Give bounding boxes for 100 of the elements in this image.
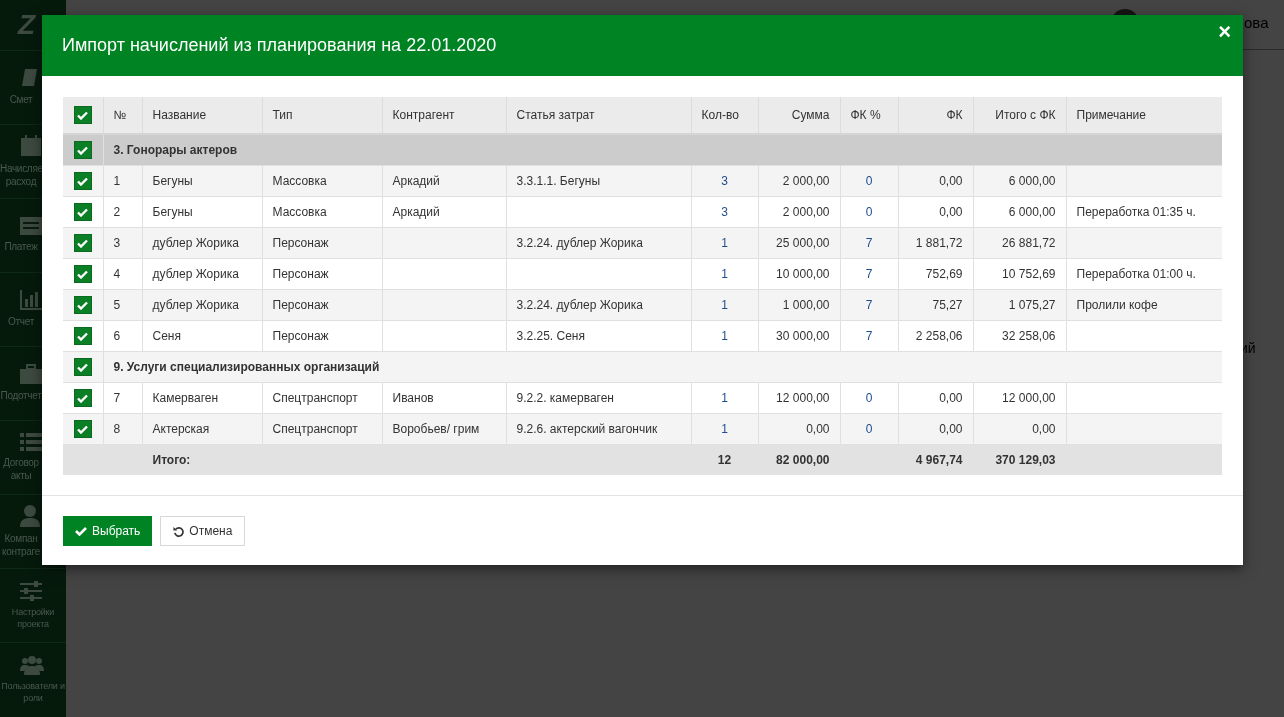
table-cell: 752,69	[925, 267, 963, 281]
table-cell: 1	[721, 267, 728, 281]
table-cell: дублер Жорика	[152, 236, 239, 250]
table-cell: 7	[865, 298, 873, 312]
sidebar-label: Договор акты	[2, 457, 40, 482]
table-cell: Переработка 01:35 ч.	[1076, 205, 1196, 219]
table-cell: 2	[113, 205, 121, 219]
check-icon	[77, 362, 89, 372]
select-button[interactable]: Выбрать	[63, 516, 153, 546]
calendar-icon	[20, 135, 42, 157]
table-cell: Персонаж	[272, 329, 329, 343]
table-cell: 0,00	[1032, 422, 1056, 436]
sidebar-label: Смет	[8, 94, 34, 107]
table-cell: 0	[865, 422, 873, 436]
group-title: 3. Гонорары актеров	[103, 134, 1222, 166]
total-cell: 82 000,00	[776, 453, 830, 467]
row-checkbox[interactable]	[73, 389, 92, 407]
total-cell: 4 967,74	[915, 453, 963, 467]
totals-label: Итого:	[152, 453, 191, 467]
table-cell: Спецтранспорт	[272, 422, 358, 436]
card-icon	[20, 217, 42, 236]
table-cell: 7	[865, 267, 873, 281]
sidebar-label: Настройки проекта	[10, 607, 56, 630]
table-cell: 7	[113, 391, 121, 405]
table-cell: 25 000,00	[776, 236, 830, 250]
row-checkbox[interactable]	[73, 296, 92, 314]
check-icon	[77, 145, 89, 155]
table-cell: 0,00	[939, 422, 963, 436]
table-cell: 0,00	[806, 422, 830, 436]
user-name[interactable]: ова	[1244, 14, 1269, 31]
table-cell: 2 000,00	[782, 205, 830, 219]
table-cell: 2 258,06	[915, 329, 963, 343]
people-icon	[20, 655, 44, 676]
sidebar-label: Отчет	[7, 316, 35, 329]
person-icon	[20, 505, 40, 527]
table-cell: Бегуны	[152, 174, 193, 188]
row-checkbox[interactable]	[73, 172, 92, 190]
table-cell: Иванов	[392, 391, 434, 405]
table-cell: 1	[721, 236, 728, 250]
row-checkbox[interactable]	[73, 203, 92, 221]
check-icon	[77, 393, 89, 403]
table-cell: дублер Жорика	[152, 298, 239, 312]
table-cell: 1 000,00	[782, 298, 830, 312]
row-checkbox[interactable]	[73, 141, 92, 159]
table-cell: 7	[865, 329, 873, 343]
column-header: ФК %	[840, 97, 898, 134]
check-icon	[77, 207, 89, 217]
table-cell: 12 000,00	[776, 391, 830, 405]
table-cell: Аркадий	[392, 205, 440, 219]
table-cell: 0	[865, 174, 873, 188]
table-cell: 1	[721, 298, 728, 312]
table-cell: Актерская	[152, 422, 210, 436]
table-cell: 6 000,00	[1008, 205, 1056, 219]
column-header: Сумма	[758, 97, 840, 134]
book-icon	[20, 68, 40, 89]
bar-chart-icon	[20, 290, 42, 311]
check-icon	[77, 238, 89, 248]
table-cell: 12 000,00	[1002, 391, 1056, 405]
select-all-checkbox[interactable]	[73, 106, 92, 124]
row-checkbox[interactable]	[73, 358, 92, 376]
table-cell: Персонаж	[272, 267, 329, 281]
column-header: Примечание	[1066, 97, 1222, 134]
table-cell: 3	[721, 205, 728, 219]
check-icon	[77, 269, 89, 279]
table-cell: 10 000,00	[776, 267, 830, 281]
row-checkbox[interactable]	[73, 265, 92, 283]
table-cell: 2 000,00	[782, 174, 830, 188]
table-cell: 1 075,27	[1008, 298, 1056, 312]
table-cell: 3	[721, 174, 728, 188]
column-header: Тип	[262, 97, 382, 134]
close-button[interactable]: ×	[1214, 21, 1235, 43]
sidebar-label: Компан контраге	[1, 533, 41, 558]
table-cell: 6	[113, 329, 121, 343]
check-icon	[77, 110, 89, 120]
table-cell: 30 000,00	[776, 329, 830, 343]
table-cell: 3.2.24. дублер Жорика	[516, 236, 643, 250]
table-cell: Персонаж	[272, 298, 329, 312]
table-cell: 26 881,72	[1002, 236, 1056, 250]
table-cell: 0,00	[939, 205, 963, 219]
row-checkbox[interactable]	[73, 234, 92, 252]
column-header: Кол-во	[691, 97, 758, 134]
cancel-button[interactable]: Отмена	[160, 516, 246, 546]
table-cell: 32 258,06	[1002, 329, 1056, 343]
row-checkbox[interactable]	[73, 327, 92, 345]
column-header: Итого с ФК	[973, 97, 1066, 134]
table-cell: Массовка	[272, 205, 327, 219]
group-title: 9. Услуги специализированных организаций	[103, 351, 1222, 383]
table-cell: 9.2.2. камерваген	[516, 391, 614, 405]
column-header: ФК	[898, 97, 973, 134]
table-cell: Бегуны	[152, 205, 193, 219]
check-icon	[77, 300, 89, 310]
table-cell: 0,00	[939, 174, 963, 188]
table-cell: 0,00	[939, 391, 963, 405]
column-header: №	[103, 97, 142, 134]
table-cell: 3.3.1.1. Бегуны	[516, 174, 601, 188]
check-icon	[77, 424, 89, 434]
list-icon	[20, 433, 42, 451]
table-cell: 9.2.6. актерский вагончик	[516, 422, 658, 436]
total-cell: 12	[717, 453, 732, 467]
row-checkbox[interactable]	[73, 420, 92, 438]
